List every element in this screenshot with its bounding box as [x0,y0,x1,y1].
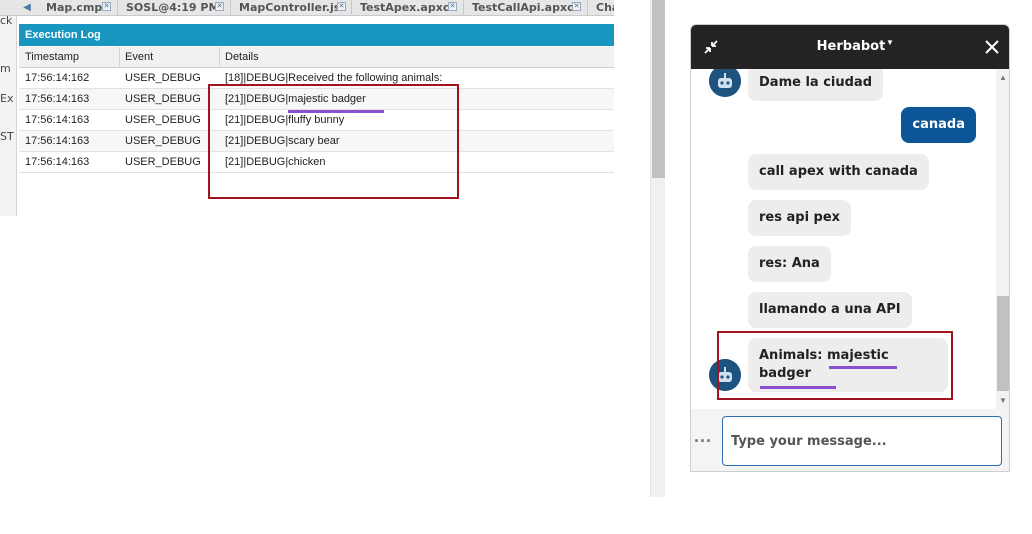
cell-timestamp: 17:56:14:163 [25,114,90,126]
highlight-box [208,84,459,199]
tab-label: MapController.js [239,1,341,14]
tab-overflow[interactable]: Cha [588,0,614,16]
page-scrollbar[interactable] [650,0,665,497]
tab-mapcontroller-js[interactable]: MapController.js ✕ [231,0,352,16]
message-input[interactable] [722,416,1002,466]
execution-log-title: Execution Log [19,24,614,46]
chat-footer: ... [691,409,1009,471]
tab-label: TestApex.apxc [360,1,450,14]
tab-close-icon[interactable]: ✕ [448,2,457,11]
tab-close-icon[interactable]: ✕ [102,2,111,11]
cell-event: USER_DEBUG [125,135,201,147]
highlight-underline [829,366,897,369]
editor-tab-bar: ◀ Map.cmp ✕ SOSL@4:19 PM ✕ MapController… [0,0,614,16]
chatbot-window: Herbabot ▼ Dame la ciudad canada call ap… [690,24,1010,472]
column-header-timestamp[interactable]: Timestamp [25,47,119,68]
bot-message: llamando a una API [748,292,912,328]
cell-timestamp: 17:56:14:163 [25,93,90,105]
cell-timestamp: 17:56:14:163 [25,156,90,168]
more-options-icon[interactable]: ... [694,426,720,446]
bot-message: res api pex [748,200,852,236]
cell-event: USER_DEBUG [125,114,201,126]
bot-message: call apex with canada [748,154,929,190]
close-icon[interactable] [983,37,1001,57]
cell-event: USER_DEBUG [125,72,201,84]
chat-scrollbar[interactable]: ▲ ▼ [996,69,1009,409]
chevron-down-icon[interactable]: ▼ [886,38,894,47]
strip-text: Ex [0,92,14,105]
bot-message: Dame la ciudad [748,69,884,101]
cell-event: USER_DEBUG [125,93,201,105]
bot-avatar-icon [709,69,741,97]
column-header-event[interactable]: Event [125,47,219,68]
tab-sosl[interactable]: SOSL@4:19 PM ✕ [118,0,231,16]
strip-text: ST [0,130,14,143]
tab-map-cmp[interactable]: Map.cmp ✕ [38,0,118,16]
tab-label: TestCallApi.apxc [472,1,574,14]
tab-label: Map.cmp [46,1,103,14]
cell-event: USER_DEBUG [125,156,201,168]
tab-testcallapi[interactable]: TestCallApi.apxc ✕ [464,0,588,16]
scrollbar-thumb[interactable] [997,296,1009,391]
tab-close-icon[interactable]: ✕ [215,2,224,11]
tab-close-icon[interactable]: ✕ [572,2,581,11]
user-message: canada [901,107,976,143]
scrollbar-thumb[interactable] [652,0,665,178]
tab-label: SOSL@4:19 PM [126,1,220,14]
highlight-underline [288,110,384,113]
tab-testapex[interactable]: TestApex.apxc ✕ [352,0,464,16]
scroll-down-icon[interactable]: ▼ [999,396,1007,405]
tab-close-icon[interactable]: ✕ [337,2,346,11]
cell-timestamp: 17:56:14:163 [25,135,90,147]
tab-label: Cha [596,1,614,14]
bot-message: res: Ana [748,246,831,282]
chat-header: Herbabot ▼ [691,25,1009,69]
table-header-row: Timestamp Event Details [19,47,614,68]
column-header-details[interactable]: Details [225,47,614,68]
highlight-underline [760,386,836,389]
left-editor-strip: ck m Ex ST [0,0,17,216]
scroll-up-icon[interactable]: ▲ [999,73,1007,82]
tab-scroll-left-icon[interactable]: ◀ [18,0,36,16]
chat-title[interactable]: Herbabot [691,39,1009,54]
cell-timestamp: 17:56:14:162 [25,72,90,84]
strip-text: m [0,62,11,75]
